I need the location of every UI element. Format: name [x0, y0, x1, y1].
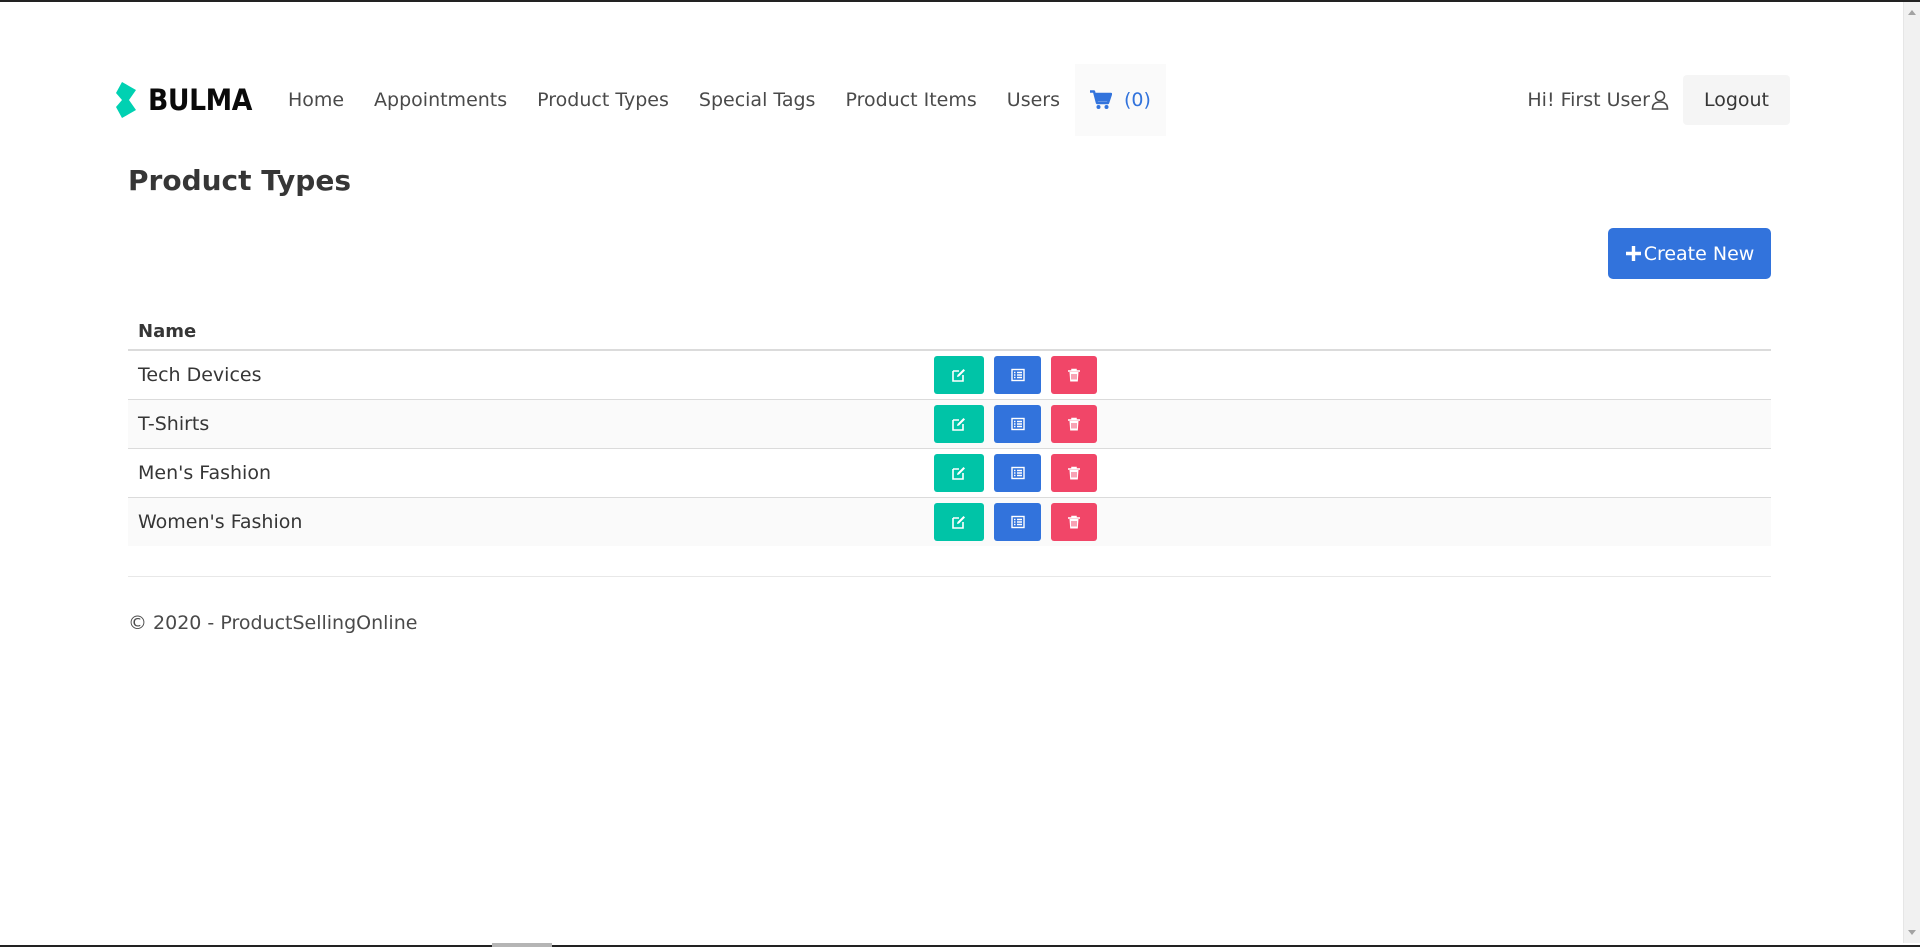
trash-icon: [1068, 466, 1080, 479]
table-body: Tech Devices T-Shirts Men's Fashion Wome…: [128, 350, 1771, 546]
list-icon: [1010, 466, 1025, 479]
details-button[interactable]: [994, 502, 1041, 541]
edit-button[interactable]: [934, 453, 984, 492]
vertical-scrollbar[interactable]: [1903, 2, 1920, 943]
create-new-label: Create New: [1643, 242, 1755, 265]
trash-icon: [1068, 515, 1080, 529]
brand-link[interactable]: BULMA: [104, 64, 273, 136]
product-type-name: Women's Fashion: [138, 510, 303, 533]
details-button[interactable]: [994, 355, 1041, 394]
trash-icon: [1068, 368, 1080, 382]
scroll-up-arrow[interactable]: [1908, 10, 1916, 15]
list-icon: [1010, 515, 1025, 528]
nav-users[interactable]: Users: [992, 64, 1075, 136]
plus-icon: [1625, 246, 1641, 261]
cart-link[interactable]: (0): [1075, 64, 1166, 136]
list-icon: [1010, 417, 1025, 430]
edit-icon: [952, 368, 965, 382]
navbar: BULMA Home Appointments Product Types Sp…: [104, 64, 1790, 136]
row-actions: [934, 399, 1771, 448]
user-greeting: Hi! First User: [1527, 89, 1650, 111]
column-header-actions: [934, 313, 1771, 350]
table-row: Women's Fashion: [128, 497, 1771, 546]
details-button[interactable]: [994, 404, 1041, 443]
delete-button[interactable]: [1051, 404, 1097, 443]
user-icon: [1651, 90, 1669, 110]
cart-count: (0): [1124, 89, 1151, 111]
row-actions: [934, 350, 1771, 399]
row-actions: [934, 448, 1771, 497]
product-type-name: Tech Devices: [138, 363, 262, 386]
product-type-name: Men's Fashion: [138, 461, 271, 484]
list-icon: [1010, 368, 1025, 381]
row-actions: [934, 497, 1771, 546]
bulma-logo-icon: [116, 82, 136, 118]
nav-product-items[interactable]: Product Items: [830, 64, 991, 136]
column-header-name: Name: [138, 320, 197, 342]
edit-button[interactable]: [934, 404, 984, 443]
details-button[interactable]: [994, 453, 1041, 492]
delete-button[interactable]: [1051, 453, 1097, 492]
edit-icon: [952, 515, 965, 529]
nav-appointments[interactable]: Appointments: [359, 64, 522, 136]
nav-product-types[interactable]: Product Types: [522, 64, 684, 136]
product-types-table: Name Tech Devices T-Shirts Men's Fashion…: [128, 313, 1771, 546]
footer-copyright: © 2020 - ProductSellingOnline: [128, 612, 418, 634]
edit-icon: [952, 466, 965, 480]
edit-icon: [952, 417, 965, 431]
create-new-button[interactable]: Create New: [1608, 228, 1771, 279]
page-title: Product Types: [128, 164, 352, 197]
cart-icon: [1090, 90, 1113, 109]
footer-divider: [128, 576, 1771, 577]
delete-button[interactable]: [1051, 355, 1097, 394]
table-row: Men's Fashion: [128, 448, 1771, 497]
table-row: Tech Devices: [128, 350, 1771, 399]
edit-button[interactable]: [934, 355, 984, 394]
product-type-name: T-Shirts: [138, 412, 210, 435]
trash-icon: [1068, 417, 1080, 430]
delete-button[interactable]: [1051, 502, 1097, 541]
logout-button[interactable]: Logout: [1682, 75, 1790, 125]
scroll-down-arrow[interactable]: [1908, 930, 1916, 935]
table-row: T-Shirts: [128, 399, 1771, 448]
nav-home[interactable]: Home: [273, 64, 359, 136]
edit-button[interactable]: [934, 502, 984, 541]
horizontal-scrollbar-thumb[interactable]: [492, 943, 552, 947]
nav-special-tags[interactable]: Special Tags: [684, 64, 831, 136]
table-header-row: Name: [128, 313, 1771, 350]
brand-name: BULMA: [148, 83, 252, 117]
user-menu[interactable]: Hi! First User: [1527, 89, 1683, 111]
